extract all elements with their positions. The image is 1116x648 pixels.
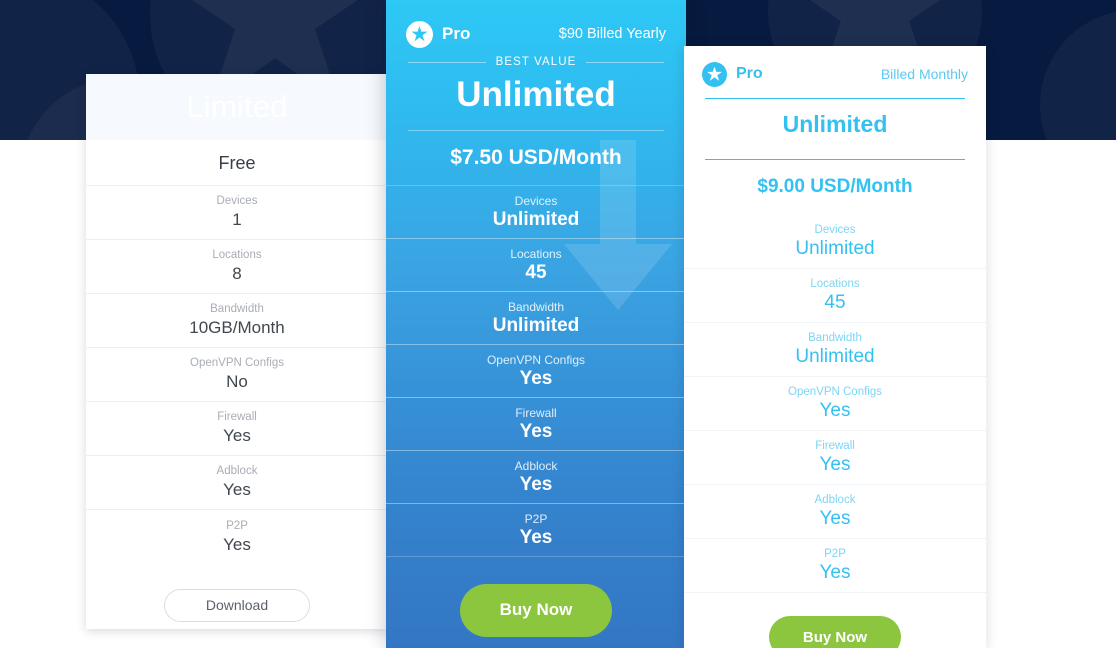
table-row: OpenVPN Configs Yes (684, 377, 986, 431)
table-row: P2P Yes (86, 510, 388, 564)
monthly-cta-zone: Buy Now (684, 593, 986, 648)
feature-label: P2P (824, 548, 846, 560)
feature-label: OpenVPN Configs (486, 352, 586, 367)
feature-label: Bandwidth (507, 299, 565, 314)
feature-value: 45 (824, 292, 846, 313)
featured-billing-note: $90 Billed Yearly (558, 26, 666, 42)
table-row: P2P Yes (386, 503, 686, 557)
feature-label: OpenVPN Configs (190, 357, 284, 369)
page-title-limited: Limited (186, 89, 288, 124)
table-row: Bandwidth Unlimited (684, 323, 986, 377)
feature-value: Yes (519, 473, 553, 495)
star-icon (406, 20, 433, 48)
table-row: Adblock Yes (86, 456, 388, 510)
featured-cta-zone: Buy Now (386, 557, 686, 648)
feature-value: 10GB/Month (189, 318, 285, 337)
feature-value: Yes (223, 480, 251, 499)
featured-price: $7.50 USD/Month (450, 146, 622, 169)
feature-value: Yes (519, 526, 553, 548)
table-row: Locations 45 (684, 269, 986, 323)
feature-label: Devices (514, 193, 558, 208)
table-row: Adblock Yes (684, 485, 986, 539)
limited-card-header: Limited (86, 74, 388, 140)
plan-card-featured-pro-yearly: Pro $90 Billed Yearly BEST VALUE Unlimit… (386, 0, 686, 648)
featured-headline: Unlimited (456, 75, 616, 114)
table-row: Devices Unlimited (684, 215, 986, 269)
table-row: Devices 1 (86, 186, 388, 240)
feature-label: Devices (814, 224, 856, 236)
feature-label: Adblock (216, 465, 258, 477)
feature-value: Unlimited (492, 208, 580, 230)
best-value-badge: BEST VALUE (386, 56, 686, 68)
pricing-page: Limited Free Devices 1 Locations 8 Bandw… (0, 0, 1116, 648)
monthly-brand-label: Pro (736, 65, 763, 82)
feature-value: Yes (519, 420, 553, 442)
feature-value: Yes (819, 400, 851, 421)
plan-card-pro-monthly: Pro Billed Monthly Unlimited $9.00 USD/M… (684, 46, 986, 648)
table-row: Bandwidth 10GB/Month (86, 294, 388, 348)
table-row: Adblock Yes (386, 450, 686, 504)
feature-label: Adblock (814, 494, 856, 506)
divider-left (408, 61, 486, 63)
buy-now-button-monthly[interactable]: Buy Now (769, 616, 901, 648)
feature-value: 45 (525, 261, 547, 283)
feature-label: Bandwidth (808, 332, 862, 344)
star-watermark-circle-far-right (1040, 10, 1116, 140)
feature-label: Locations (510, 246, 562, 261)
table-row: OpenVPN Configs Yes (386, 344, 686, 398)
table-row: Devices Unlimited (386, 185, 686, 239)
feature-value: Unlimited (795, 346, 875, 367)
table-row: P2P Yes (684, 539, 986, 593)
feature-label: Locations (810, 278, 860, 290)
monthly-billing-note: Billed Monthly (880, 66, 968, 82)
table-row: OpenVPN Configs No (86, 348, 388, 402)
table-row: Firewall Yes (386, 397, 686, 451)
table-row: Locations 45 (386, 238, 686, 292)
feature-label: Firewall (515, 405, 557, 420)
table-row: Locations 8 (86, 240, 388, 294)
best-value-label: BEST VALUE (495, 56, 577, 68)
feature-value: No (226, 372, 248, 391)
feature-label: P2P (524, 511, 548, 526)
feature-value: Yes (519, 367, 553, 389)
feature-value: Yes (223, 426, 251, 445)
feature-label: OpenVPN Configs (788, 386, 882, 398)
feature-value: Unlimited (492, 314, 580, 336)
feature-value: Unlimited (795, 238, 875, 259)
limited-cta-zone: Download (86, 564, 388, 629)
feature-label: Adblock (514, 458, 558, 473)
monthly-feature-list: Devices Unlimited Locations 45 Bandwidth… (684, 215, 986, 593)
feature-value: Yes (819, 508, 851, 529)
buy-now-button-yearly[interactable]: Buy Now (460, 583, 612, 637)
feature-value: Yes (819, 454, 851, 475)
feature-label: Devices (216, 195, 258, 207)
feature-value: Yes (819, 562, 851, 583)
divider-right (586, 61, 665, 63)
feature-label: Locations (212, 249, 262, 261)
feature-value: 8 (232, 264, 242, 283)
download-button[interactable]: Download (164, 588, 310, 622)
limited-feature-list: Free Devices 1 Locations 8 Bandwidth 10G… (86, 140, 388, 564)
monthly-brand: Pro (702, 61, 763, 87)
limited-price-row: Free (86, 140, 388, 186)
featured-feature-list: Devices Unlimited Locations 45 Bandwidth… (386, 185, 686, 557)
feature-label: Firewall (217, 411, 257, 423)
feature-label: Bandwidth (210, 303, 264, 315)
monthly-card-header: Pro Billed Monthly (684, 46, 986, 90)
feature-value: 1 (232, 210, 242, 229)
limited-price: Free (218, 152, 256, 173)
feature-label: Firewall (815, 440, 855, 452)
plan-card-limited: Limited Free Devices 1 Locations 8 Bandw… (86, 74, 388, 629)
table-row: Bandwidth Unlimited (386, 291, 686, 345)
monthly-price: $9.00 USD/Month (757, 176, 913, 197)
feature-label: P2P (226, 519, 248, 532)
featured-brand: Pro (406, 20, 471, 48)
featured-brand-label: Pro (442, 24, 471, 43)
table-row: Firewall Yes (86, 402, 388, 456)
feature-value: Yes (223, 534, 251, 554)
star-icon (702, 61, 727, 87)
featured-card-header: Pro $90 Billed Yearly (386, 0, 686, 48)
monthly-headline: Unlimited (782, 111, 888, 137)
table-row: Firewall Yes (684, 431, 986, 485)
